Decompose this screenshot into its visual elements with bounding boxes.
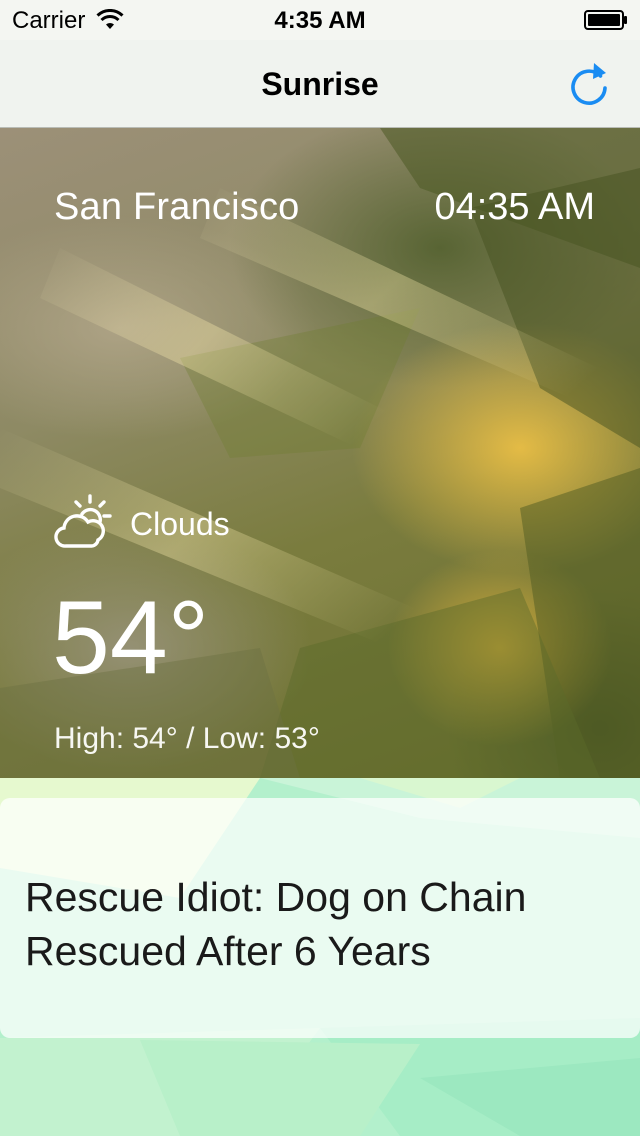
local-time: 04:35 AM	[434, 186, 595, 228]
battery-icon	[584, 10, 627, 30]
city-name: San Francisco	[54, 186, 300, 228]
page-title: Sunrise	[261, 66, 379, 102]
refresh-button[interactable]	[568, 60, 612, 108]
weather-hero: San Francisco 04:35 AM Clouds 54° High: …	[0, 128, 640, 778]
navigation-bar: Sunrise	[0, 40, 640, 128]
news-card[interactable]: Rescue Idiot: Dog on Chain Rescued After…	[0, 798, 640, 1038]
status-clock: 4:35 AM	[274, 7, 366, 34]
weather-condition: Clouds	[130, 506, 230, 542]
high-low-temperature: High: 54° / Low: 53°	[54, 722, 320, 755]
news-headline[interactable]: Rescue Idiot: Dog on Chain Rescued After…	[25, 870, 615, 978]
current-temperature: 54°	[52, 580, 210, 696]
status-bar: Carrier 4:35 AM	[0, 0, 640, 40]
refresh-icon	[571, 63, 607, 105]
weather-app-screen: Carrier 4:35 AM Sunrise San Francisco 04…	[0, 0, 640, 1136]
partly-cloudy-icon	[54, 494, 112, 548]
